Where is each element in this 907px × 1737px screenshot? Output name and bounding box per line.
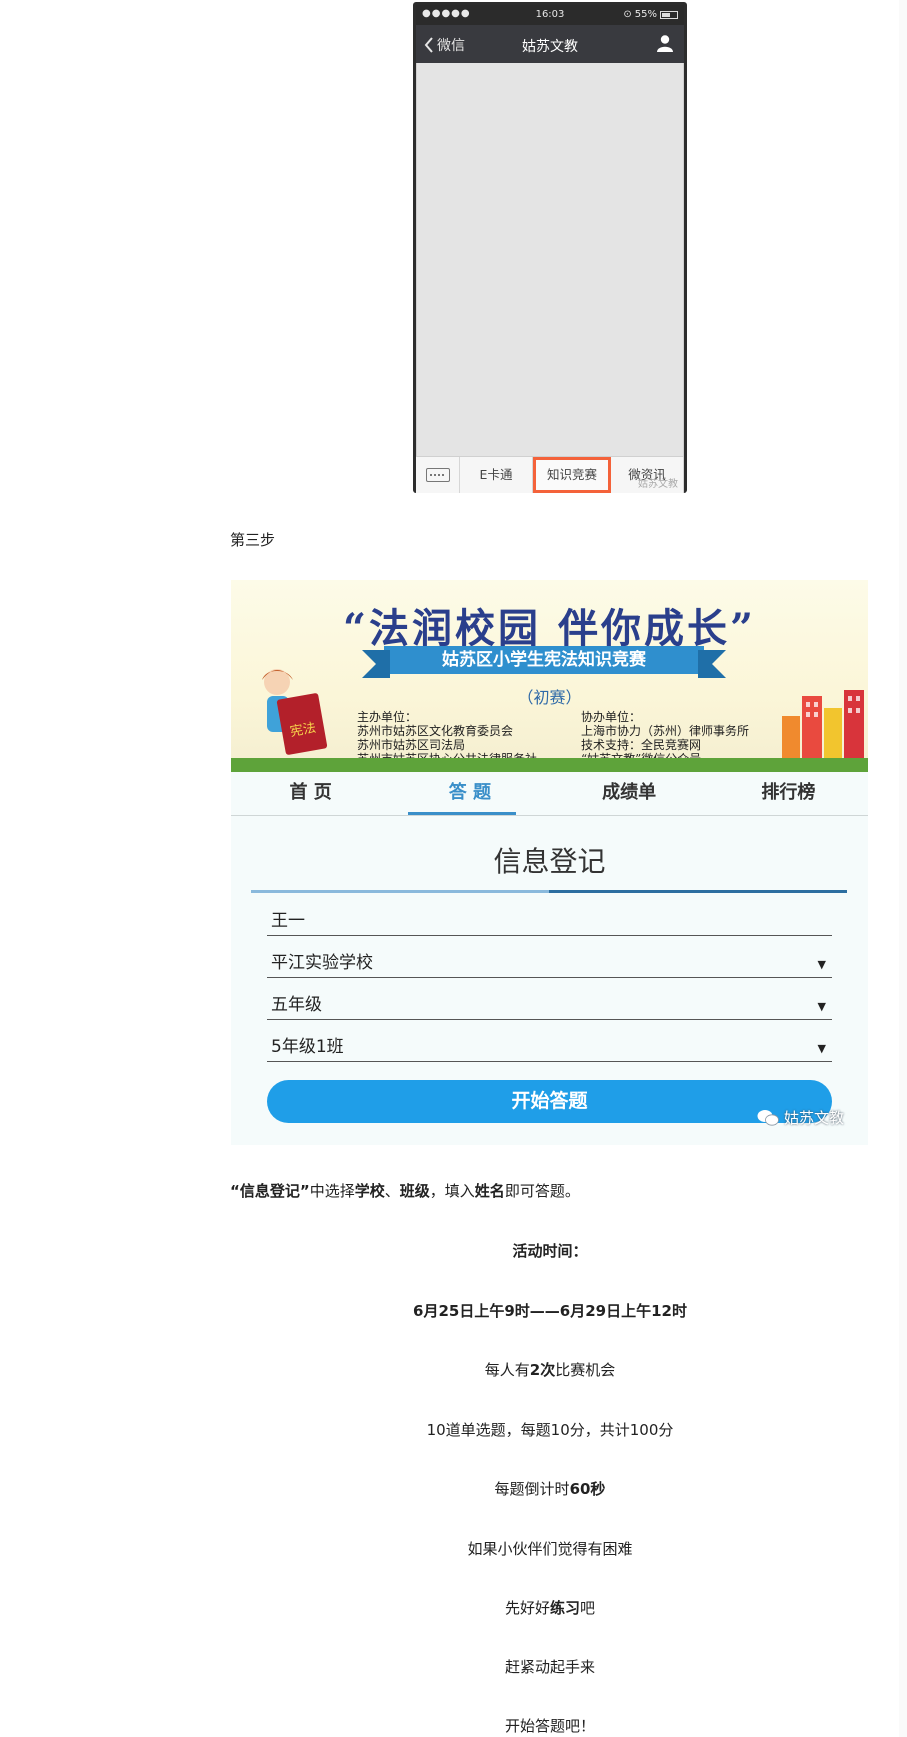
practice-line: 先好好练习吧 [230,1597,870,1618]
intro-segment: 学校 [354,1182,385,1200]
organizer-line: 苏州市姑苏区司法局 [357,738,466,752]
line-text: 比赛机会 [555,1361,616,1379]
questions-line: 10道单选题，每题10分，共计100分 [230,1419,870,1440]
line-text: 赶紧动起手来 [504,1658,595,1676]
banner-subtitle: 姑苏区小学生宪法知识竞赛 [362,646,726,678]
line-text: 每人有 [484,1361,530,1379]
instruction-paragraph: “信息登记”中选择学校、班级，填入姓名即可答题。 [230,1180,580,1201]
intro-segment: 即可答题。 [504,1182,580,1200]
status-bar: ●●●●● 16:03 ⊙ 55% [416,5,684,25]
line-text: 2次 [529,1361,556,1379]
organizer-line: 主办单位： [357,710,418,724]
intro-segment: 中选择 [309,1182,355,1200]
wechat-icon [757,1109,779,1126]
tab-home[interactable]: 首 页 [231,772,390,815]
grade-value: 五年级 [271,995,322,1015]
menu-item-ecard[interactable]: E卡通 [460,457,533,493]
quiz-tabs: 首 页 答 题 成绩单 排行榜 [231,772,868,816]
wechat-title-bar: 微信 姑苏文教 [416,25,684,63]
phone-screenshot: ●●●●● 16:03 ⊙ 55% 微信 姑苏文教 E卡通 知识竞赛 微资讯 姑… [413,2,687,493]
dropdown-arrow-icon: ▼ [817,958,826,971]
line-text: 如果小伙伴们觉得有困难 [467,1540,633,1558]
school-select[interactable]: 平江实验学校 ▼ [267,948,832,978]
start-line: 开始答题吧！ [230,1715,870,1736]
line-text: 吧 [580,1599,596,1617]
intro-segment: 班级 [399,1182,430,1200]
battery-indicator: ⊙ 55% [623,9,678,20]
city-buildings-illustration [782,690,864,758]
menu-item-knowledge-contest[interactable]: 知识竞赛 [533,457,611,493]
account-menu-bar: E卡通 知识竞赛 微资讯 姑苏文教 [416,456,684,493]
rotation-lock-icon: ⊙ [623,9,632,20]
line-text: 每题倒计时 [494,1480,570,1498]
profile-icon[interactable] [656,34,674,52]
line-text: 60秒 [569,1480,606,1498]
line-text: 6月25日上午9时——6月29日上午12时 [413,1302,687,1320]
banner-grass [231,758,868,772]
contest-banner: “法润校园 伴你成长” 姑苏区小学生宪法知识竞赛 （初赛） 主办单位： 苏州市姑… [231,580,868,772]
tab-ranking[interactable]: 排行榜 [709,772,868,815]
dropdown-arrow-icon: ▼ [817,1042,826,1055]
form-title: 信息登记 [493,845,606,878]
line-text: 练习 [549,1599,580,1617]
organizer-line: 苏州市姑苏区文化教育委员会 [357,724,514,738]
school-value: 平江实验学校 [271,953,373,973]
intro-segment: “信息登记” [230,1182,310,1200]
quiz-screenshot: “法润校园 伴你成长” 姑苏区小学生宪法知识竞赛 （初赛） 主办单位： 苏州市姑… [231,580,868,1145]
chat-content-area [416,63,684,456]
activity-time-range: 6月25日上午9时——6月29日上午12时 [230,1300,870,1321]
phone-watermark: 姑苏文教 [638,479,678,490]
active-tab-indicator [408,812,516,815]
activity-time-heading: 活动时间： [230,1240,870,1261]
line-text: 10道单选题，每题10分，共计100分 [426,1421,674,1439]
class-select[interactable]: 5年级1班 ▼ [267,1032,832,1062]
line-text: 活动时间： [512,1242,588,1260]
organizer-line: 协办单位： [581,710,642,724]
action-line: 赶紧动起手来 [230,1656,870,1677]
attempts-line: 每人有2次比赛机会 [230,1359,870,1380]
page-edge-shadow [899,0,907,1737]
name-value: 王一 [271,911,305,931]
step-label: 第三步 [230,531,276,549]
watermark-label: 姑苏文教 [784,1109,845,1127]
line-text: 先好好 [504,1599,550,1617]
dropdown-arrow-icon: ▼ [817,1000,826,1013]
intro-segment: ，填入 [429,1182,475,1200]
class-value: 5年级1班 [271,1037,344,1057]
start-quiz-button[interactable]: 开始答题 [267,1080,832,1123]
intro-segment: 、 [384,1182,400,1200]
wechat-watermark: 姑苏文教 [757,1107,844,1128]
tab-scores[interactable]: 成绩单 [550,772,709,815]
battery-icon [660,10,678,19]
intro-segment: 姓名 [474,1182,505,1200]
organizer-line: 技术支持：全民竞赛网 [581,738,702,752]
keyboard-toggle-button[interactable] [416,457,460,493]
account-title: 姑苏文教 [522,39,578,55]
countdown-line: 每题倒计时60秒 [230,1478,870,1499]
line-text: 开始答题吧！ [504,1717,595,1735]
keyboard-icon [425,468,450,482]
girl-with-book-illustration: 宪法 [262,669,328,755]
tab-answer[interactable]: 答 题 [390,772,549,815]
organizer-line: 上海市协力（苏州）律师事务所 [581,724,750,738]
difficulty-line: 如果小伙伴们觉得有困难 [230,1538,870,1559]
form-title-underline [251,890,847,893]
battery-percent: 55% [634,9,657,20]
name-field[interactable]: 王一 [267,906,832,936]
grade-select[interactable]: 五年级 ▼ [267,990,832,1020]
